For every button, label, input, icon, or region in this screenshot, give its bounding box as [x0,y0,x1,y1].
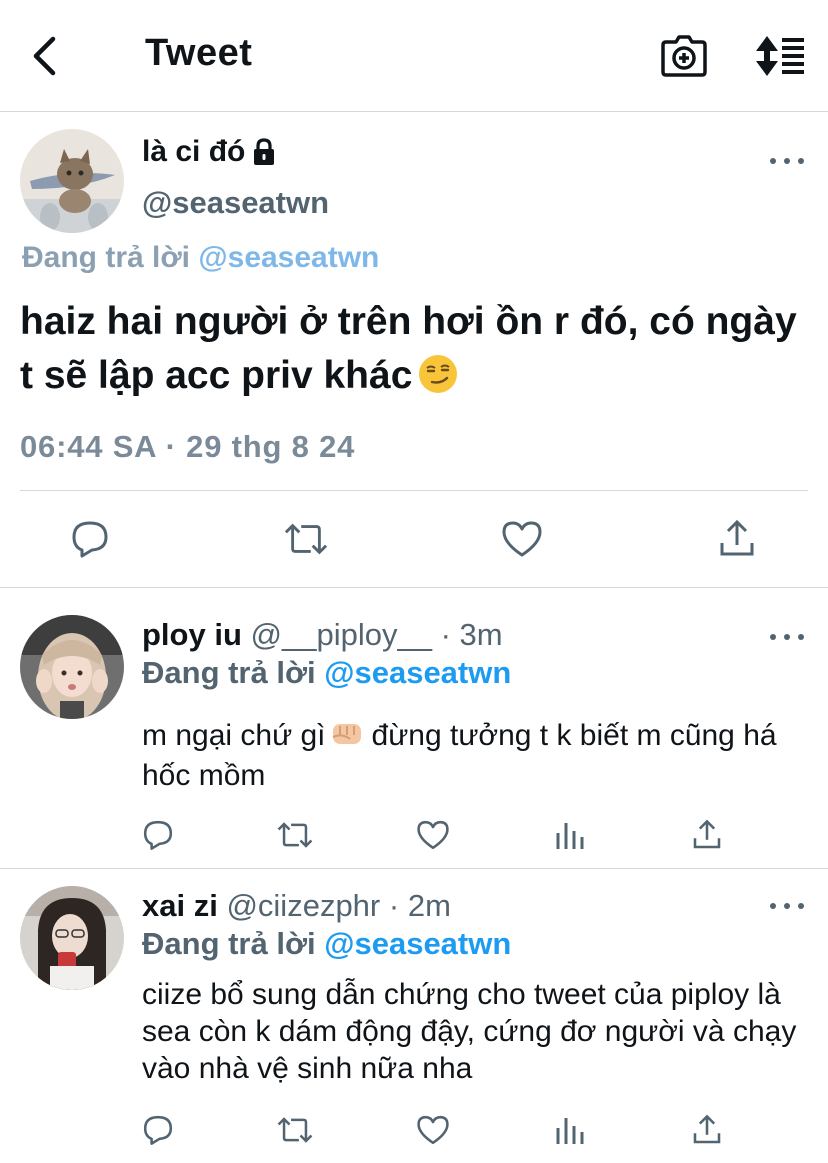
more-options-button[interactable] [770,151,804,171]
back-button[interactable] [22,30,66,82]
reply-header: xai zi @ciizezphr · 2m [142,888,451,923]
retweet-button[interactable] [284,517,328,561]
reply-tweet[interactable]: ploy iu @__piploy__ · 3m Đang trả lời @s… [0,589,828,869]
share-icon [720,519,754,556]
like-icon [417,1115,449,1145]
reply-time: 2m [407,888,451,923]
like-button[interactable] [500,517,544,561]
lock-icon [254,138,275,165]
reply-icon [143,1115,173,1145]
tweet-timestamp: 06:44 SA · 29 thg 8 24 [20,429,356,464]
camera-button[interactable] [660,34,708,78]
reply-header: ploy iu @__piploy__ · 3m [142,617,503,652]
retweet-icon [277,822,313,848]
avatar[interactable] [20,615,124,719]
share-icon [693,819,721,849]
sort-icon [756,36,804,76]
more-icon [770,903,776,909]
sort-replies-button[interactable] [754,34,808,78]
retweet-button[interactable] [277,1112,313,1148]
share-button[interactable] [715,517,759,561]
avatar[interactable] [20,129,124,233]
replying-to-mention[interactable]: @seaseatwn [198,241,379,274]
main-tweet: là ci đó @seaseatwn Đang trả lời @seasea… [0,113,828,588]
avatar[interactable] [20,886,124,990]
replying-to: Đang trả lời @seaseatwn [142,655,512,690]
more-options-button[interactable] [770,896,804,916]
analytics-button[interactable] [552,1112,588,1148]
author-name[interactable]: là ci đó [142,135,277,169]
retweet-button[interactable] [277,817,313,853]
share-button[interactable] [689,817,725,853]
reply-button[interactable] [140,1112,176,1148]
more-icon [770,634,776,640]
more-options-button[interactable] [770,627,804,647]
reply-tweet[interactable]: xai zi @ciizezphr · 2m Đang trả lời @sea… [0,870,828,1163]
top-navigation-bar: Tweet [0,0,828,112]
fist-emoji-icon [332,724,361,744]
camera-icon [661,35,707,77]
replying-to: Đang trả lời @seaseatwn [22,241,380,274]
author-handle[interactable]: @ciizezphr [226,888,380,923]
replying-to: Đang trả lời @seaseatwn [142,926,512,961]
reply-icon [72,521,108,558]
author-name[interactable]: xai zi [142,888,218,923]
analytics-icon [556,1118,584,1144]
author-handle[interactable]: @__piploy__ [251,617,432,652]
like-button[interactable] [415,1112,451,1148]
retweet-icon [277,1117,313,1143]
share-icon [693,1114,721,1144]
like-button[interactable] [415,817,451,853]
reply-text: m ngại chứ gì đừng tưởng t k biết m cũng… [142,715,812,796]
page-title: Tweet [145,32,253,74]
chevron-left-icon [33,36,56,76]
tweet-text: haiz hai người ở trên hơi ồn r đó, có ng… [20,300,797,397]
retweet-icon [284,523,328,555]
reply-button[interactable] [68,517,112,561]
analytics-icon [556,823,584,849]
like-icon [502,521,542,557]
more-icon [770,158,776,164]
smirking-face-icon [419,355,458,393]
reply-button[interactable] [140,817,176,853]
share-button[interactable] [689,1112,725,1148]
author-handle[interactable]: @seaseatwn [142,185,329,221]
reply-icon [143,820,173,850]
analytics-button[interactable] [552,817,588,853]
reply-text: ciize bổ sung dẫn chứng cho tweet của pi… [142,978,797,1085]
like-icon [417,820,449,850]
replying-to-mention[interactable]: @seaseatwn [324,926,511,961]
divider [20,490,808,491]
reply-time: 3m [459,617,503,652]
author-name[interactable]: ploy iu [142,617,242,652]
replying-to-mention[interactable]: @seaseatwn [324,655,511,690]
